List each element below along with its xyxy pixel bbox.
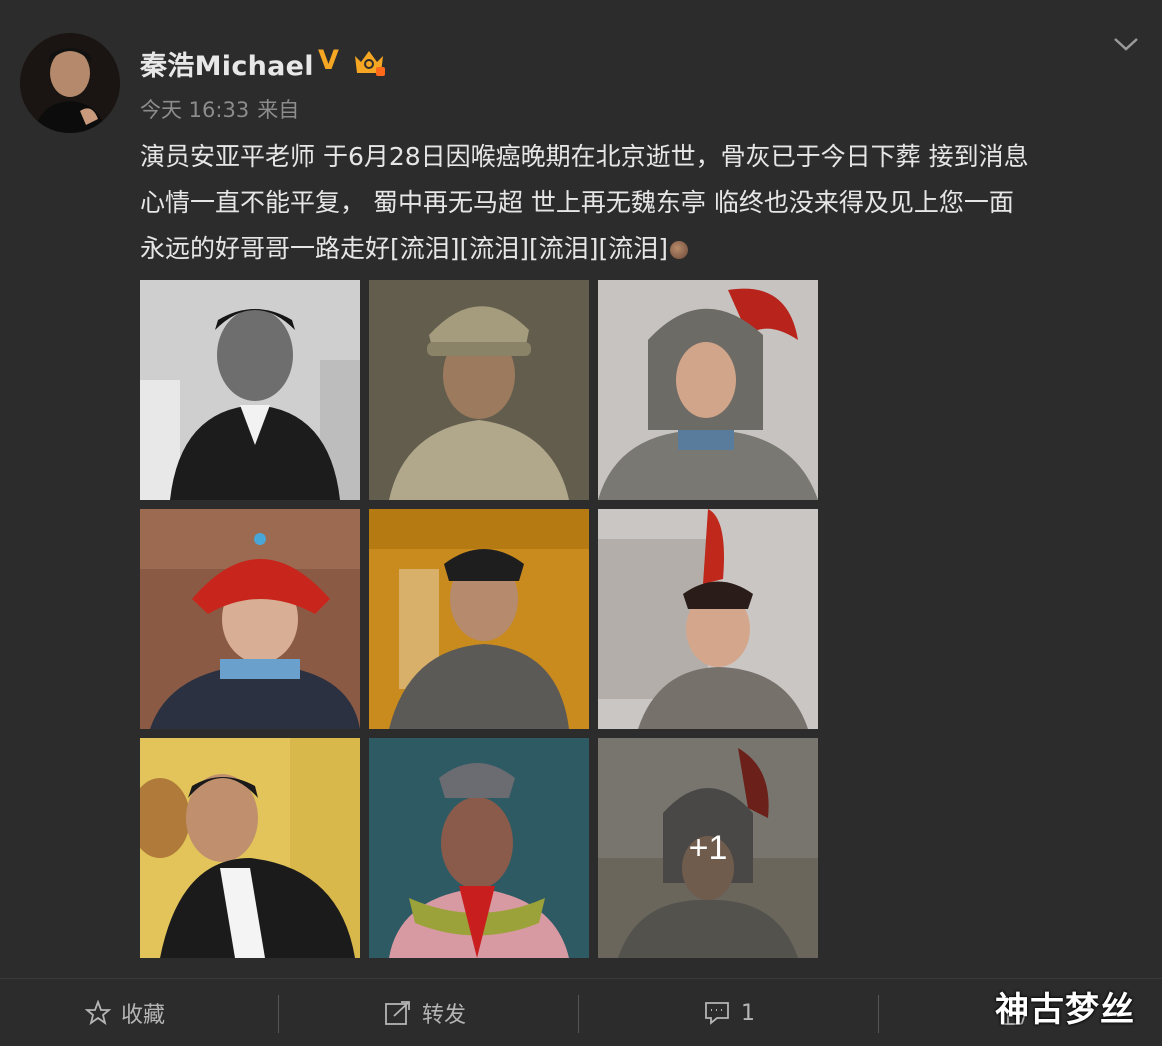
weibo-post-card: 秦浩Michael V 今天 16:33 来自 演员安亚平老师 于6月28日因喉癌… (0, 0, 1162, 1046)
chevron-down-icon[interactable] (1110, 30, 1142, 58)
post-text-line: 永远的好哥哥一路走好[流泪][流泪][流泪][流泪] (140, 234, 669, 263)
image-thumb-4[interactable] (140, 509, 360, 729)
verified-icon: V (318, 45, 339, 76)
divider (278, 995, 279, 1033)
divider (878, 995, 879, 1033)
image-thumb-1[interactable] (140, 280, 360, 500)
star-icon (85, 1000, 111, 1026)
repost-label: 转发 (422, 1003, 467, 1028)
image-thumb-5[interactable] (369, 509, 589, 729)
post-text-line: 演员安亚平老师 于6月28日因喉癌晚期在北京逝世，骨灰已于今日下葬 接到消息 (140, 142, 1029, 171)
watermark: 神古梦丝 (995, 990, 1135, 1030)
image-thumb-6[interactable] (598, 509, 818, 729)
image-grid: +1 (140, 280, 818, 958)
post-text: 演员安亚平老师 于6月28日因喉癌晚期在北京逝世，骨灰已于今日下葬 接到消息 心… (140, 134, 1140, 272)
comment-icon (705, 1002, 729, 1025)
post-text-line-last: 永远的好哥哥一路走好[流泪][流泪][流泪][流泪] (140, 226, 1140, 272)
emoji-icon (670, 241, 689, 259)
comment-count: 1 (741, 1000, 755, 1026)
repost-button[interactable]: 转发 (384, 979, 466, 1046)
repost-icon (385, 1001, 410, 1025)
post-timestamp: 今天 16:33 (140, 98, 250, 122)
more-images-count: +1 (688, 828, 728, 867)
username[interactable]: 秦浩Michael (140, 44, 314, 83)
favorite-label: 收藏 (121, 1003, 166, 1028)
image-thumb-3[interactable] (598, 280, 818, 500)
post-text-line: 心情一直不能平复， 蜀中再无马超 世上再无魏东亭 临终也没来得及见上您一面 (140, 188, 1014, 217)
post-source: 来自 (257, 98, 300, 122)
avatar[interactable] (20, 33, 120, 133)
post-meta: 今天 16:33 来自 (140, 94, 307, 124)
image-thumb-2[interactable] (369, 280, 589, 500)
image-thumb-9[interactable]: +1 (598, 738, 818, 958)
comment-button[interactable]: 1 (703, 979, 755, 1046)
favorite-button[interactable]: 收藏 (85, 979, 165, 1046)
crown-badge-icon (352, 46, 386, 78)
image-thumb-7[interactable] (140, 738, 360, 958)
divider (578, 995, 579, 1033)
action-bar: 收藏 转发 1 (0, 978, 1162, 1046)
image-thumb-8[interactable] (369, 738, 589, 958)
